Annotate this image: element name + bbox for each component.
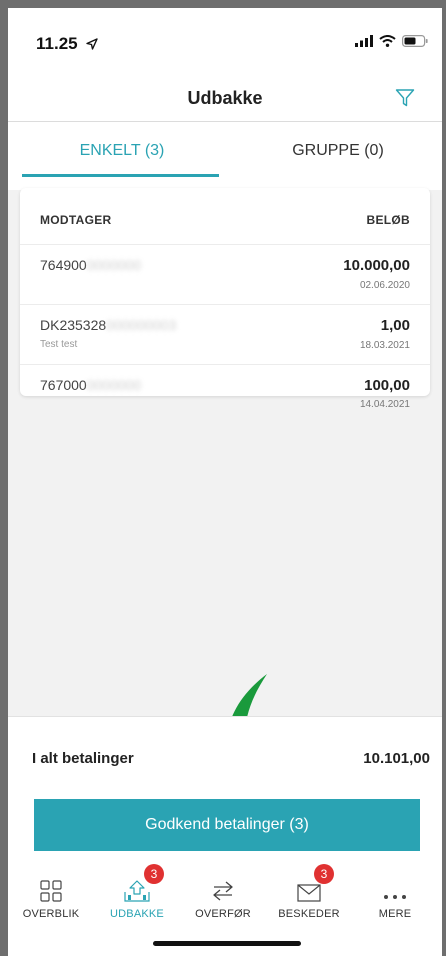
nav-item-udbakke[interactable]: 3 UDBAKKE [94, 864, 180, 920]
nav-label: OVERFØR [195, 908, 251, 920]
row-recipient: 7649000000000 [40, 257, 142, 273]
tab-gruppe[interactable]: GRUPPE (0) [238, 142, 438, 160]
nav-label: UDBAKKE [110, 908, 164, 920]
page-title: Udbakke [187, 88, 263, 108]
table-row[interactable]: DK235328000000003 Test test 1,00 18.03.2… [20, 304, 430, 364]
status-time: 11.25 [36, 34, 99, 54]
filter-icon[interactable] [395, 88, 415, 108]
bottom-nav: OVERBLIK 3 UDBAKKE OVERFØR 3 BESKEDER ME… [8, 864, 442, 928]
column-header-recipient: MODTAGER [40, 213, 112, 227]
active-tab-indicator [22, 174, 219, 177]
home-indicator [153, 941, 301, 946]
nav-label: OVERBLIK [22, 908, 80, 920]
header-divider [8, 121, 442, 122]
row-date: 14.04.2021 [359, 399, 410, 410]
total-value: 10.101,00 [363, 750, 430, 767]
status-time-text: 11.25 [36, 34, 78, 53]
row-recipient: 7670000000000 [40, 377, 142, 393]
nav-item-beskeder[interactable]: 3 BESKEDER [266, 864, 352, 920]
nav-label: BESKEDER [278, 908, 340, 920]
table-row[interactable]: 7649000000000 10.000,00 02.06.2020 [20, 244, 430, 304]
mail-icon [297, 884, 321, 902]
beskeder-badge: 3 [314, 864, 334, 884]
nav-item-overfor[interactable]: OVERFØR [180, 868, 266, 920]
row-note: Test test [40, 339, 78, 350]
nav-label: MERE [378, 908, 412, 920]
udbakke-badge: 3 [144, 864, 164, 884]
row-amount: 100,00 [364, 377, 410, 394]
row-amount: 1,00 [380, 317, 410, 334]
table-row[interactable]: 7670000000000 100,00 [20, 364, 430, 396]
signal-icon [355, 35, 373, 47]
transfer-icon [213, 881, 233, 901]
outbox-icon [124, 880, 150, 902]
payments-table: MODTAGER BELØB 7649000000000 10.000,00 0… [20, 188, 430, 410]
nav-item-mere[interactable]: MERE [352, 868, 438, 920]
approve-payments-button[interactable]: Godkend betalinger (3) [34, 799, 420, 851]
phone-screen: 11.25 Udbakke ENKELT (3) GRUPPE (0) MODT… [8, 8, 442, 956]
battery-icon [402, 35, 428, 47]
more-icon [384, 895, 406, 899]
nav-item-overblik[interactable]: OVERBLIK [8, 868, 94, 920]
grid-icon [40, 880, 62, 902]
location-arrow-icon [86, 38, 99, 50]
row-date: 18.03.2021 [359, 340, 410, 351]
status-icons [355, 35, 428, 47]
column-header-amount: BELØB [366, 213, 410, 227]
wifi-icon [379, 35, 396, 47]
row-amount: 10.000,00 [343, 257, 410, 274]
total-label: I alt betalinger [32, 750, 134, 767]
row-recipient: DK235328000000003 [40, 317, 177, 333]
row-date: 02.06.2020 [359, 280, 410, 291]
tab-enkelt[interactable]: ENKELT (3) [22, 142, 222, 160]
top-bar: 11.25 Udbakke ENKELT (3) GRUPPE (0) [8, 8, 442, 190]
